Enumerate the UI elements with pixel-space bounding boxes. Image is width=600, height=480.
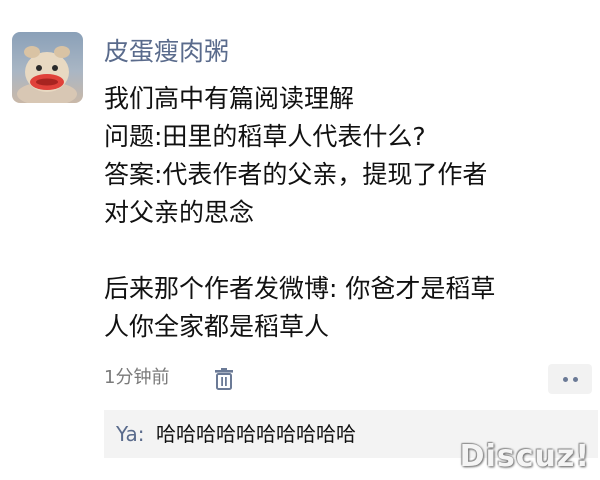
- post-line: 我们高中有篇阅读理解: [104, 84, 355, 113]
- avatar-image: [17, 46, 77, 103]
- post-line: 对父亲的思念: [104, 198, 255, 227]
- post-body: 我们高中有篇阅读理解 问题:田里的稻草人代表什么? 答案:代表作者的父亲，提现了…: [104, 80, 582, 346]
- post-line-blank: [104, 232, 582, 270]
- trash-icon[interactable]: [214, 368, 234, 390]
- post-line: 答案:代表作者的父亲，提现了作者: [104, 160, 488, 189]
- more-dots-icon: [572, 376, 578, 382]
- post-line: 人你全家都是稻草人: [104, 312, 330, 341]
- more-dots-icon: [562, 376, 568, 382]
- post-line: 问题:田里的稻草人代表什么?: [104, 122, 426, 151]
- post-timestamp: 1分钟前: [104, 367, 170, 388]
- comment-author[interactable]: Ya:: [116, 420, 144, 448]
- watermark-logo: Discuz!: [459, 439, 590, 474]
- comment-text: 哈哈哈哈哈哈哈哈哈哈: [156, 422, 356, 446]
- post-line: 后来那个作者发微博: 你爸才是稻草: [104, 274, 496, 303]
- avatar[interactable]: [12, 32, 83, 103]
- more-options-button[interactable]: [548, 364, 592, 394]
- post-author-name[interactable]: 皮蛋瘦肉粥: [104, 36, 229, 68]
